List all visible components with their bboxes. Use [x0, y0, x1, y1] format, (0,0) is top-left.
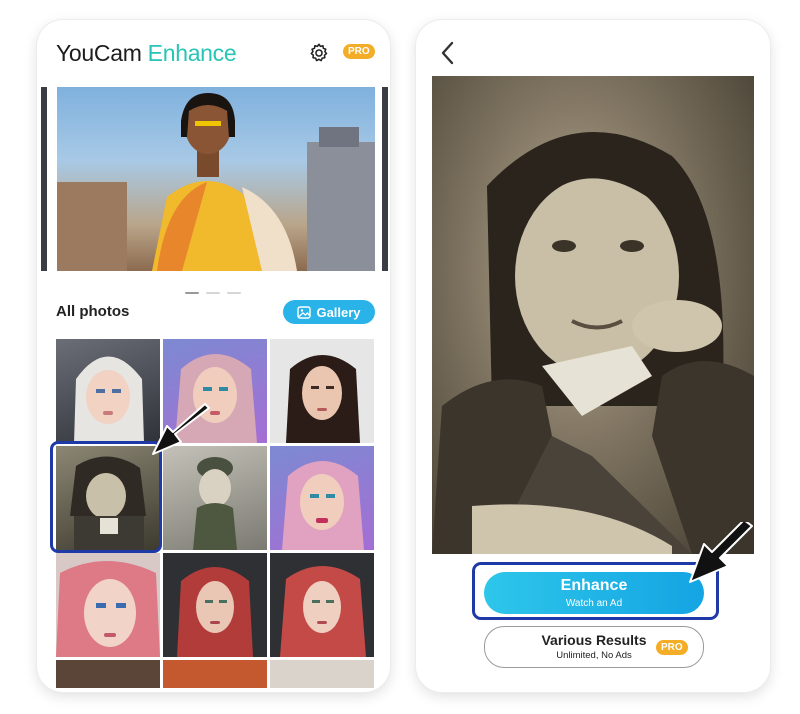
banner-next-peek[interactable] [382, 87, 388, 271]
pointer-arrow-icon [689, 522, 753, 583]
pro-badge: PRO [656, 640, 688, 655]
photo-thumbnail[interactable] [56, 339, 160, 443]
app-name-part2: Enhance [147, 40, 237, 66]
portrait-image [280, 566, 366, 657]
portrait-image [56, 561, 160, 657]
photo-thumbnail[interactable] [163, 446, 267, 550]
portrait-image [282, 461, 364, 550]
carousel-dot[interactable] [206, 292, 220, 294]
carousel-indicator [185, 281, 248, 299]
image-icon [297, 305, 312, 319]
carousel-dot[interactable] [227, 292, 241, 294]
selected-photo-highlight [50, 441, 162, 553]
gallery-button-label: Gallery [316, 304, 361, 320]
back-chevron-icon[interactable] [438, 40, 458, 66]
photo-thumbnail[interactable] [270, 660, 374, 688]
photo-thumbnail[interactable] [163, 660, 267, 688]
featured-banner[interactable] [57, 87, 375, 271]
photo-thumbnail[interactable] [270, 446, 374, 550]
enhance-button-label: Enhance [560, 577, 628, 594]
portrait-image [193, 457, 237, 550]
gallery-button[interactable]: Gallery [283, 300, 375, 324]
vintage-portrait-image [432, 132, 754, 554]
app-logo: YouCam Enhance [56, 40, 237, 67]
portrait-image [74, 356, 144, 443]
section-title: All photos [56, 303, 130, 320]
pointer-arrow-icon [152, 403, 210, 455]
photo-thumbnail[interactable] [163, 553, 267, 657]
gear-icon[interactable] [308, 42, 330, 64]
banner-illustration [57, 93, 375, 271]
selected-photo-preview [432, 76, 754, 554]
portrait-image [177, 567, 253, 657]
home-screen: YouCam Enhance PRO All photos Gallery [37, 20, 390, 692]
photo-thumbnail[interactable] [270, 339, 374, 443]
enhance-screen: Enhance Watch an Ad Various Results Unli… [416, 20, 770, 692]
app-name-part1: YouCam [56, 40, 142, 66]
enhance-button[interactable]: Enhance Watch an Ad [484, 572, 704, 614]
photo-thumbnail[interactable] [56, 553, 160, 657]
enhance-button-sublabel: Watch an Ad [565, 598, 623, 609]
portrait-image [286, 355, 360, 443]
banner-prev-peek[interactable] [41, 87, 47, 271]
photo-thumbnail[interactable] [270, 553, 374, 657]
pro-badge[interactable]: PRO [343, 44, 375, 59]
photo-thumbnail[interactable] [56, 660, 160, 688]
carousel-dot[interactable] [185, 292, 199, 294]
